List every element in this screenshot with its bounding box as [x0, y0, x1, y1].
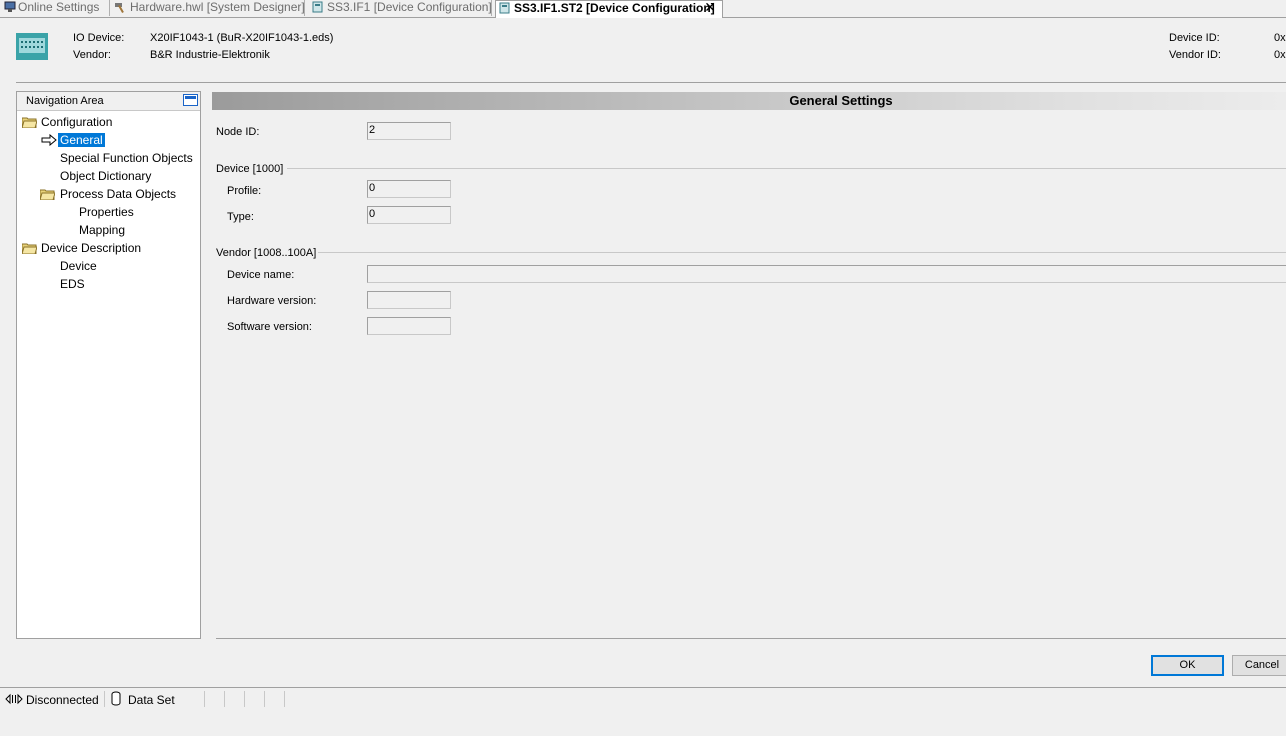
tab-ss3-if1[interactable]: SS3.IF1 [Device Configuration]: [309, 0, 492, 16]
device-icon: [499, 2, 510, 14]
type-label: Type:: [227, 211, 254, 223]
tree-item-process-data-objects[interactable]: Process Data Objects: [60, 186, 176, 202]
close-tab-icon[interactable]: ✕: [704, 0, 716, 15]
io-device-icon: [16, 33, 48, 60]
status-separator: [244, 691, 245, 707]
device-id-value: 0x: [1274, 32, 1286, 44]
tree-item-device-description[interactable]: Device Description: [41, 240, 141, 256]
hammer-icon: [115, 3, 124, 13]
tree-item-mapping[interactable]: Mapping: [79, 222, 125, 238]
window-toggle-icon[interactable]: [183, 94, 198, 106]
device-id-label: Device ID:: [1169, 32, 1220, 44]
device-name-label: Device name:: [227, 269, 295, 281]
arrow-right-icon: [41, 134, 57, 146]
device-group-label: Device [1000]: [216, 163, 284, 175]
software-version-field[interactable]: [367, 317, 451, 335]
tree-item-configuration[interactable]: Configuration: [41, 114, 112, 130]
type-field[interactable]: 0: [367, 206, 451, 224]
node-id-field[interactable]: 2: [367, 122, 451, 140]
navigation-title: Navigation Area: [26, 95, 104, 107]
navigation-title-bar: Navigation Area: [17, 92, 200, 111]
folder-open-icon: [40, 189, 55, 200]
tab-strip: Online Settings Hardware.hwl [System Des…: [0, 0, 1286, 18]
status-separator: [204, 691, 205, 707]
database-icon: [111, 691, 121, 706]
status-separator: [104, 691, 105, 707]
cancel-button[interactable]: Cancel: [1232, 655, 1286, 676]
vendor-group-line: [318, 252, 1286, 253]
device-icon: [312, 1, 323, 13]
device-group-line: [287, 168, 1286, 169]
folder-open-icon: [22, 243, 37, 254]
io-device-value: X20IF1043-1 (BuR-X20IF1043-1.eds): [150, 32, 334, 44]
status-separator: [284, 691, 285, 707]
folder-open-icon: [22, 117, 37, 128]
status-bar: Disconnected Data Set: [0, 687, 1286, 710]
dataset-status: Data Set: [128, 693, 175, 707]
tree-item-object-dictionary[interactable]: Object Dictionary: [60, 168, 151, 184]
hardware-version-label: Hardware version:: [227, 295, 317, 307]
tree-item-device[interactable]: Device: [60, 258, 97, 274]
profile-field[interactable]: 0: [367, 180, 451, 198]
vendor-id-label: Vendor ID:: [1169, 49, 1221, 61]
button-area-divider: [216, 638, 1286, 639]
profile-label: Profile:: [227, 185, 262, 197]
hardware-version-field[interactable]: [367, 291, 451, 309]
connection-status: Disconnected: [26, 693, 99, 707]
monitor-icon: [4, 1, 16, 12]
general-settings-title: General Settings: [789, 93, 893, 108]
io-device-label: IO Device:: [73, 32, 125, 44]
tree-item-general-label: General: [58, 133, 105, 147]
vendor-group-label: Vendor [1008..100A]: [216, 247, 317, 259]
vendor-value: B&R Industrie-Elektronik: [150, 49, 270, 61]
tab-online-settings[interactable]: Online Settings: [0, 0, 110, 16]
tree-item-general[interactable]: General: [58, 132, 105, 148]
status-separator: [264, 691, 265, 707]
tab-ss3-if1-st2[interactable]: SS3.IF1.ST2 [Device Configuration] ✕: [495, 0, 723, 18]
tab-hardware[interactable]: Hardware.hwl [System Designer]: [112, 0, 305, 16]
tree-item-eds[interactable]: EDS: [60, 276, 85, 292]
disconnected-icon: [5, 693, 23, 705]
node-id-label: Node ID:: [216, 126, 260, 138]
tree-item-special-function-objects[interactable]: Special Function Objects: [60, 150, 193, 166]
general-settings-header: General Settings: [212, 92, 1286, 110]
header-divider: [16, 82, 1286, 83]
vendor-id-value: 0x: [1274, 49, 1286, 61]
vendor-label: Vendor:: [73, 49, 111, 61]
navigation-area: Navigation Area Configuration General Sp…: [16, 91, 201, 639]
ok-button[interactable]: OK: [1151, 655, 1224, 676]
device-name-field[interactable]: [367, 265, 1286, 283]
software-version-label: Software version:: [227, 321, 312, 333]
tree-item-properties[interactable]: Properties: [79, 204, 134, 220]
status-separator: [224, 691, 225, 707]
